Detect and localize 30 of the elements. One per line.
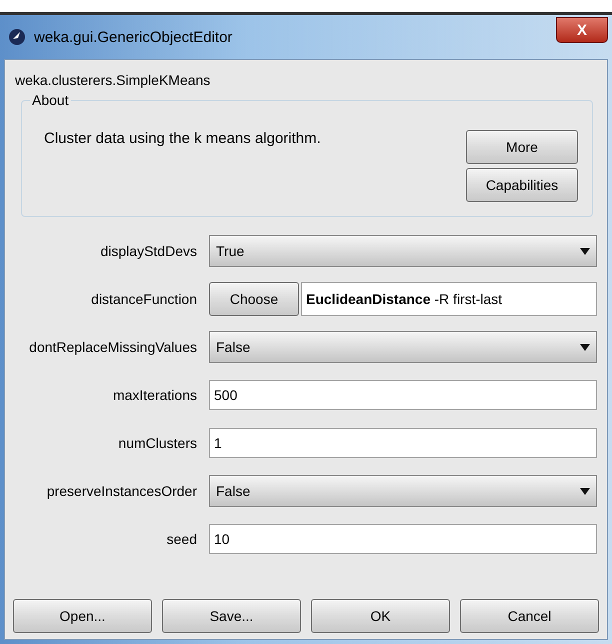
app-logo-icon — [8, 28, 26, 46]
property-label: numClusters — [117, 435, 197, 451]
dialog-button[interactable]: Save... — [162, 599, 301, 633]
dropdown-arrow-icon — [580, 248, 590, 254]
group-title: About — [31, 92, 70, 108]
dialog-button[interactable]: OK — [311, 599, 450, 633]
choose-button[interactable]: Choose — [209, 282, 299, 316]
dropdown-arrow-icon — [580, 344, 590, 350]
dropdown[interactable]: False — [209, 331, 597, 363]
input-field[interactable]: 1 — [209, 428, 597, 458]
dropdown-arrow-icon — [580, 488, 590, 494]
property-label: maxIterations — [112, 387, 197, 403]
about-button[interactable]: More — [466, 130, 578, 164]
input-field[interactable]: 10 — [209, 524, 597, 554]
input-field[interactable]: EuclideanDistance -R first-last — [301, 282, 597, 316]
property-label: preserveInstancesOrder — [46, 483, 197, 499]
property-label: seed — [166, 531, 197, 547]
about-button[interactable]: Capabilities — [466, 168, 578, 202]
dropdown[interactable]: True — [209, 235, 597, 267]
property-label: dontReplaceMissingValues — [28, 339, 197, 355]
about-text: Cluster data using the k means algorithm. — [44, 129, 322, 149]
property-label: displayStdDevs — [100, 243, 197, 259]
dialog-button[interactable]: Cancel — [460, 599, 599, 633]
property-label: distanceFunction — [90, 291, 197, 307]
dropdown[interactable]: False — [209, 475, 597, 507]
window-title: weka.gui.GenericObjectEditor — [34, 28, 234, 46]
class-name: weka.clusterers.SimpleKMeans — [15, 72, 212, 88]
dialog-button[interactable]: Open... — [13, 599, 152, 633]
input-field[interactable]: 500 — [209, 380, 597, 410]
close-button[interactable]: X — [556, 17, 608, 43]
